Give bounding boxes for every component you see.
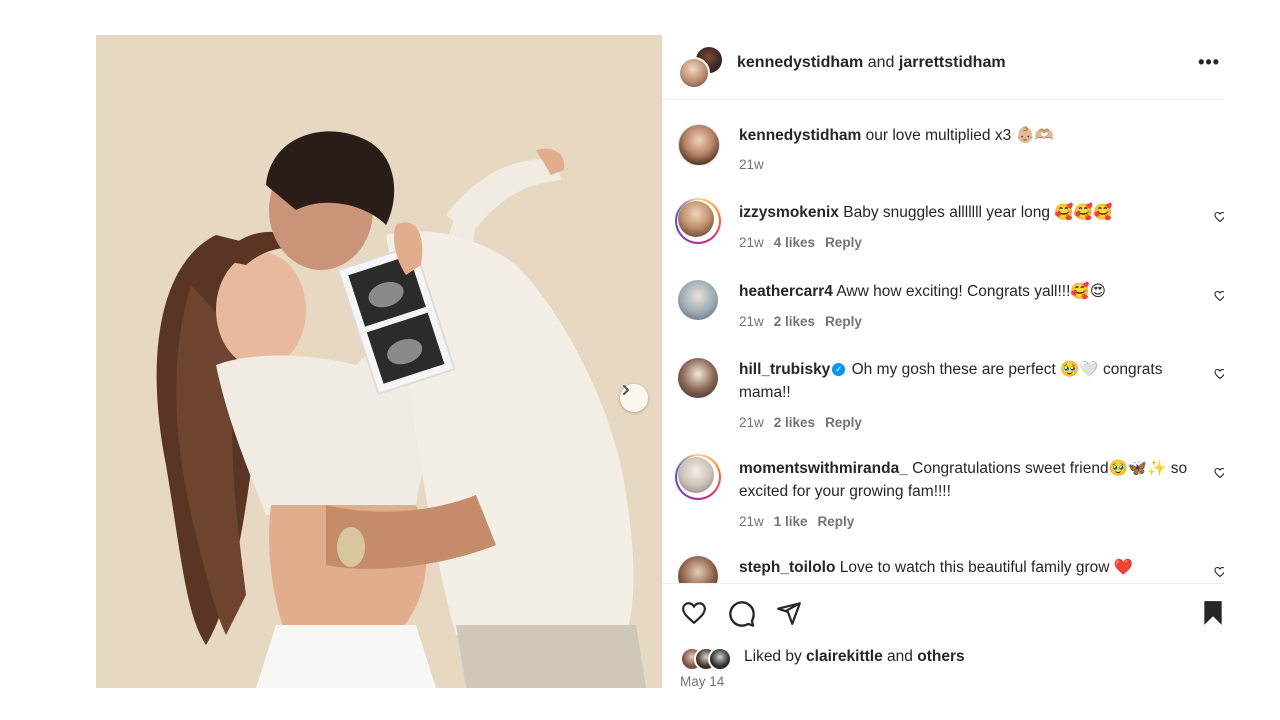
liked-by-others-link[interactable]: others bbox=[917, 648, 964, 665]
comment-likes[interactable]: 4 likes bbox=[774, 235, 815, 250]
reply-button[interactable]: Reply bbox=[825, 415, 862, 430]
post-photo bbox=[96, 35, 662, 688]
comment-username[interactable]: kennedystidham bbox=[739, 127, 861, 144]
more-options-icon[interactable]: ••• bbox=[1198, 52, 1220, 73]
comment-text: momentswithmiranda_ Congratulations swee… bbox=[739, 457, 1189, 503]
comment-username[interactable]: hill_trubisky bbox=[739, 361, 830, 378]
avatar[interactable] bbox=[678, 358, 718, 398]
avatar[interactable] bbox=[678, 124, 720, 166]
liked-by-prefix: Liked by bbox=[744, 648, 802, 665]
liked-by-text: Liked by clairekittle and others bbox=[744, 648, 965, 666]
liked-by-joiner: and bbox=[887, 648, 913, 665]
comment-bubble-icon[interactable] bbox=[728, 600, 756, 628]
avatar bbox=[678, 457, 714, 493]
avatar[interactable] bbox=[678, 280, 718, 320]
comment-meta: 21w 2 likes Reply bbox=[739, 314, 862, 329]
like-comment-icon[interactable] bbox=[1214, 211, 1224, 226]
comment-text: heathercarr4 Aww how exciting! Congrats … bbox=[739, 280, 1189, 303]
comment-time: 21w bbox=[739, 514, 764, 529]
verified-badge-icon: ✓ bbox=[832, 363, 846, 377]
post-photo-illustration bbox=[96, 35, 662, 688]
avatar bbox=[678, 57, 710, 89]
comment-meta: 21w 2 likes Reply bbox=[739, 415, 862, 430]
reply-button[interactable]: Reply bbox=[825, 314, 862, 329]
liker-avatars[interactable] bbox=[680, 646, 740, 671]
like-comment-icon[interactable] bbox=[1214, 290, 1224, 305]
comment-likes[interactable]: 2 likes bbox=[774, 314, 815, 329]
like-heart-icon[interactable] bbox=[680, 600, 708, 626]
like-comment-icon[interactable] bbox=[1214, 368, 1224, 383]
comments-list[interactable]: kennedystidham our love multiplied x3 👶🏼… bbox=[662, 100, 1224, 583]
comment-likes[interactable]: 2 likes bbox=[774, 415, 815, 430]
comment-likes[interactable]: 1 like bbox=[774, 514, 808, 529]
collab-avatars[interactable] bbox=[678, 45, 724, 89]
comment-body: Love to watch this beautiful family grow… bbox=[839, 559, 1134, 576]
comment-username[interactable]: izzysmokenix bbox=[739, 204, 839, 221]
like-comment-icon[interactable] bbox=[1214, 467, 1224, 482]
comment-meta: 21w 4 likes Reply bbox=[739, 235, 862, 250]
post-detail-panel: kennedystidham and jarrettstidham ••• ke… bbox=[662, 35, 1224, 689]
next-image-button[interactable] bbox=[620, 384, 648, 412]
comment-text: izzysmokenix Baby snuggles alllllll year… bbox=[739, 201, 1189, 224]
share-send-icon[interactable] bbox=[776, 600, 802, 626]
comment-username[interactable]: steph_toilolo bbox=[739, 559, 835, 576]
reply-button[interactable]: Reply bbox=[818, 514, 855, 529]
comment-text: steph_toilolo Love to watch this beautif… bbox=[739, 556, 1189, 579]
comment-body: Baby snuggles alllllll year long 🥰🥰🥰 bbox=[843, 204, 1113, 221]
chevron-right-icon bbox=[623, 385, 629, 395]
post-date: May 14 bbox=[680, 674, 725, 689]
post-header: kennedystidham and jarrettstidham ••• bbox=[662, 35, 1224, 100]
comment-text: kennedystidham our love multiplied x3 👶🏼… bbox=[739, 124, 1189, 147]
avatar[interactable] bbox=[678, 556, 718, 583]
bookmark-saved-icon[interactable] bbox=[1202, 600, 1224, 626]
comment-meta: 21w bbox=[739, 157, 764, 172]
comment-body: Aww how exciting! Congrats yall!!!🥰😍 bbox=[836, 283, 1106, 300]
like-comment-icon[interactable] bbox=[1214, 566, 1224, 581]
avatar bbox=[678, 201, 714, 237]
post-authors: kennedystidham and jarrettstidham bbox=[737, 54, 1006, 72]
story-ring[interactable] bbox=[675, 454, 721, 500]
comment-time: 21w bbox=[739, 235, 764, 250]
liked-by-user-link[interactable]: clairekittle bbox=[806, 648, 883, 665]
post-actions bbox=[662, 583, 1224, 644]
comment-username[interactable]: momentswithmiranda_ bbox=[739, 460, 908, 477]
comment-username[interactable]: heathercarr4 bbox=[739, 283, 833, 300]
comment-time: 21w bbox=[739, 314, 764, 329]
reply-button[interactable]: Reply bbox=[825, 235, 862, 250]
comment-meta: 21w 1 like Reply bbox=[739, 514, 854, 529]
comment-text: hill_trubisky ✓ Oh my gosh these are perf… bbox=[739, 358, 1189, 404]
author-link[interactable]: kennedystidham bbox=[737, 54, 863, 71]
comment-body: our love multiplied x3 👶🏼🫶🏼 bbox=[865, 127, 1055, 144]
author-link[interactable]: jarrettstidham bbox=[899, 54, 1006, 71]
comment-time: 21w bbox=[739, 157, 764, 172]
story-ring[interactable] bbox=[675, 198, 721, 244]
comment-time: 21w bbox=[739, 415, 764, 430]
author-joiner: and bbox=[867, 54, 895, 71]
